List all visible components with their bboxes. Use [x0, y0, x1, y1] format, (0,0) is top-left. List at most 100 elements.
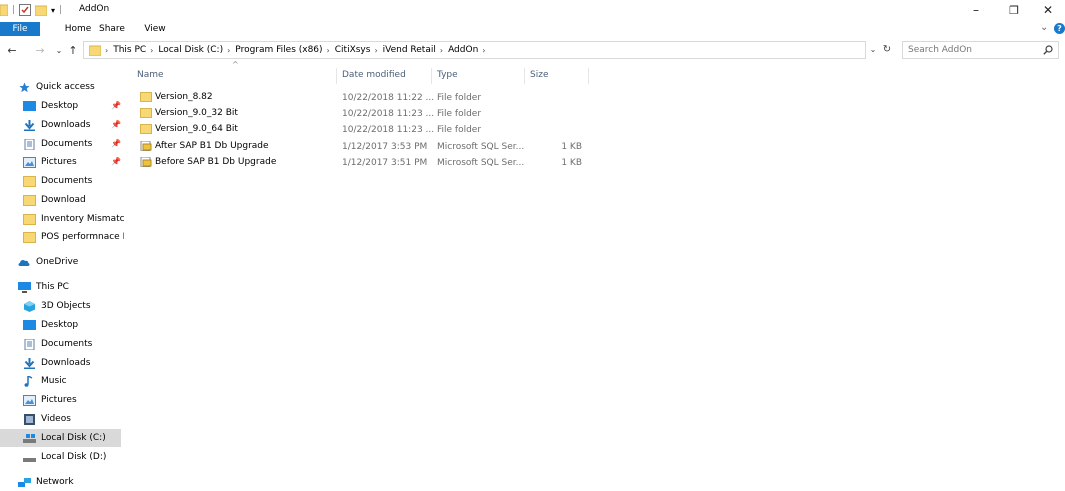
breadcrumb-citixsys[interactable]: CitiXsys	[335, 45, 371, 55]
sidebar-item-label: Download	[41, 195, 86, 205]
help-button[interactable]: ?	[1054, 23, 1065, 34]
title-bar: | ▾ | AddOn – ❐ ✕	[0, 0, 1065, 20]
search-box[interactable]	[902, 41, 1059, 59]
sidebar-item-label: Documents	[41, 139, 93, 149]
minimize-button[interactable]: –	[958, 0, 994, 20]
column-header-type[interactable]: Type	[437, 66, 458, 84]
folder-icon	[23, 231, 36, 243]
sidebar-item-local-disk-c[interactable]: Local Disk (C:)	[0, 429, 121, 447]
sidebar-item-pictures[interactable]: Pictures	[23, 391, 124, 409]
breadcrumb-local-disk-c[interactable]: Local Disk (C:)	[158, 45, 223, 55]
breadcrumb-separator[interactable]: ›	[227, 46, 230, 55]
navigation-pane: Quick access Desktop 📌 Downloads 📌 Docum…	[0, 66, 124, 491]
expand-ribbon-button[interactable]: ⌄	[1040, 22, 1048, 33]
download-icon	[24, 357, 35, 369]
sidebar-item-pos-performance[interactable]: POS performnace Is	[23, 228, 124, 246]
breadcrumb-ivend-retail[interactable]: iVend Retail	[383, 45, 436, 55]
sidebar-item-documents[interactable]: Documents	[23, 335, 124, 353]
table-row[interactable]: Version_9.0_32 Bit 10/22/2018 11:23 ... …	[136, 106, 594, 122]
breadcrumb-separator[interactable]: ›	[440, 46, 443, 55]
drive-icon	[23, 433, 36, 443]
column-divider[interactable]	[336, 68, 337, 84]
close-button[interactable]: ✕	[1030, 0, 1065, 20]
sidebar-item-music[interactable]: Music	[23, 372, 124, 390]
breadcrumb-separator[interactable]: ›	[482, 46, 485, 55]
tab-view[interactable]: View	[140, 22, 170, 36]
sidebar-item-documents-folder[interactable]: Documents	[23, 172, 124, 190]
sidebar-item-onedrive[interactable]: OneDrive	[18, 253, 124, 271]
pin-icon: 📌	[111, 139, 121, 148]
file-date-modified: 1/12/2017 3:53 PM	[342, 142, 428, 152]
table-row[interactable]: After SAP B1 Db Upgrade 1/12/2017 3:53 P…	[136, 139, 594, 155]
folder-icon	[23, 194, 36, 206]
table-row[interactable]: Version_8.82 10/22/2018 11:22 ... File f…	[136, 90, 594, 106]
sidebar-item-download-folder[interactable]: Download	[23, 191, 124, 209]
table-row[interactable]: Before SAP B1 Db Upgrade 1/12/2017 3:51 …	[136, 155, 594, 171]
sidebar-item-label: Documents	[41, 339, 93, 349]
tab-share[interactable]: Share	[97, 22, 127, 36]
sidebar-item-label: This PC	[36, 282, 69, 292]
sidebar-item-documents-pinned[interactable]: Documents 📌	[23, 135, 124, 153]
tab-file[interactable]: File	[0, 22, 40, 36]
sidebar-item-inventory-mismatch[interactable]: Inventory Mismatch	[23, 210, 124, 228]
column-header-name[interactable]: Name	[137, 66, 164, 84]
desktop-icon	[23, 319, 36, 330]
sidebar-item-label: POS performnace Is	[41, 232, 124, 242]
breadcrumb-separator[interactable]: ›	[374, 46, 377, 55]
column-divider[interactable]	[524, 68, 525, 84]
up-button[interactable]: ↑	[66, 44, 80, 58]
refresh-button[interactable]: ↻	[880, 41, 894, 59]
star-icon	[19, 81, 30, 92]
search-input[interactable]	[908, 44, 1038, 56]
sidebar-item-label: Downloads	[41, 120, 91, 130]
file-name: Before SAP B1 Db Upgrade	[155, 157, 277, 167]
recent-locations-button[interactable]: ⌄	[52, 44, 66, 58]
sidebar-item-network[interactable]: Network	[18, 473, 124, 491]
desktop-icon	[23, 100, 36, 111]
folder-icon	[140, 108, 152, 118]
column-divider[interactable]	[431, 68, 432, 84]
thispc-icon	[18, 281, 31, 293]
breadcrumb-program-files-x86[interactable]: Program Files (x86)	[235, 45, 322, 55]
navigation-bar: ← → ⌄ ↑ › This PC › Local Disk (C:) › Pr…	[0, 39, 1065, 63]
breadcrumb-separator[interactable]: ›	[150, 46, 153, 55]
sidebar-item-quick-access[interactable]: Quick access	[18, 78, 124, 96]
tab-home[interactable]: Home	[62, 22, 94, 36]
back-button[interactable]: ←	[5, 44, 19, 58]
customize-toolbar-icon[interactable]: ▾	[51, 6, 55, 15]
breadcrumb-addon[interactable]: AddOn	[448, 45, 478, 55]
sidebar-item-downloads-pinned[interactable]: Downloads 📌	[23, 116, 124, 134]
column-header-size[interactable]: Size	[530, 66, 548, 84]
table-row[interactable]: Version_9.0_64 Bit 10/22/2018 11:23 ... …	[136, 122, 594, 138]
sidebar-item-label: Local Disk (D:)	[41, 452, 107, 462]
file-type: Microsoft SQL Ser...	[437, 142, 525, 152]
sidebar-item-label: 3D Objects	[41, 301, 91, 311]
search-icon[interactable]	[1043, 45, 1053, 55]
address-dropdown-button[interactable]: ⌄	[866, 41, 880, 59]
sidebar-item-videos[interactable]: Videos	[23, 410, 124, 428]
sidebar-item-local-disk-d[interactable]: Local Disk (D:)	[23, 448, 124, 466]
sidebar-item-desktop-pinned[interactable]: Desktop 📌	[23, 97, 124, 115]
properties-icon[interactable]	[19, 4, 32, 16]
file-type: File folder	[437, 93, 482, 103]
sidebar-item-3d-objects[interactable]: 3D Objects	[23, 297, 124, 315]
column-header-date-modified[interactable]: Date modified	[342, 66, 406, 84]
address-bar[interactable]: › This PC › Local Disk (C:) › Program Fi…	[83, 41, 866, 59]
3d-objects-icon	[24, 300, 35, 312]
breadcrumb-this-pc[interactable]: This PC	[113, 45, 146, 55]
breadcrumb-separator[interactable]: ›	[327, 46, 330, 55]
column-divider[interactable]	[588, 68, 589, 84]
sidebar-item-desktop[interactable]: Desktop	[23, 316, 124, 334]
sidebar-item-label: OneDrive	[36, 257, 79, 267]
folder-icon	[140, 124, 152, 134]
forward-button[interactable]: →	[33, 44, 47, 58]
new-folder-icon[interactable]	[35, 4, 48, 16]
sidebar-item-pictures-pinned[interactable]: Pictures 📌	[23, 153, 124, 171]
drive-icon	[23, 457, 36, 462]
file-size: 1 KB	[561, 142, 582, 152]
file-date-modified: 10/22/2018 11:23 ...	[342, 125, 435, 135]
sidebar-item-downloads[interactable]: Downloads	[23, 354, 124, 372]
breadcrumb-separator: ›	[105, 45, 109, 55]
sidebar-item-this-pc[interactable]: This PC	[18, 278, 124, 296]
maximize-button[interactable]: ❐	[996, 0, 1032, 20]
